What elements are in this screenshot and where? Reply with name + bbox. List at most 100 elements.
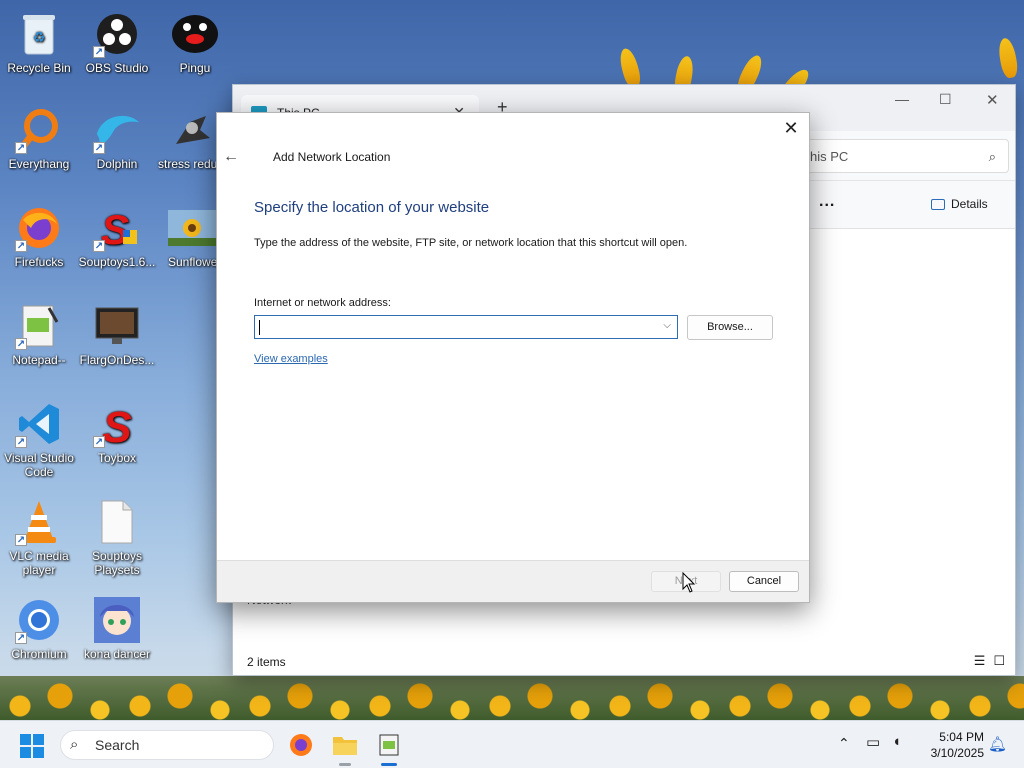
desktop-icon-pingu[interactable]: Pingu [152,10,238,75]
view-examples-link[interactable]: View examples [254,353,328,365]
souptoys-icon: S ↗ [93,204,141,252]
firefox-icon: ↗ [15,204,63,252]
taskbar-notepad[interactable] [374,730,404,766]
view-toggle-group: ☰ ☐ [974,653,1005,669]
everything-search-icon: ↗ [15,106,63,154]
address-field-label: Internet or network address: [254,297,391,309]
browse-button[interactable]: Browse... [687,315,773,340]
desktop-icon-dolphin[interactable]: ↗ Dolphin [74,106,160,171]
desktop-icon-toybox[interactable]: S ↗ Toybox [74,400,160,465]
desktop-icon-label: stress redu [158,157,216,171]
desktop-icon-recycle-bin[interactable]: ♻ Recycle Bin [0,10,82,75]
details-view-icon[interactable]: ☰ [974,653,986,669]
details-pane-button[interactable]: Details [931,197,988,211]
network-status-icon[interactable]: ▭ [866,733,880,751]
desktop-icon-label: Pingu [179,61,211,75]
dialog-footer: Next Cancel [217,560,809,602]
desktop-icon-label: OBS Studio [85,61,149,75]
desktop-icon-everythang[interactable]: ↗ Everythang [0,106,82,171]
desktop-icon-souptoys[interactable]: S ↗ Souptoys1.6... [74,204,160,269]
taskbar-firefox[interactable] [286,730,316,760]
desktop-icon-notepad[interactable]: ↗ Notepad-- [0,302,82,367]
kona-dancer-icon [93,596,141,644]
desktop-icon-vscode[interactable]: ↗ Visual Studio Code [0,400,82,479]
network-address-combobox[interactable]: ⌵ [254,315,678,339]
search-box-text: his PC [810,149,849,164]
desktop-icon-stress-redu[interactable]: stress redu [152,106,216,171]
taskbar: ⌕ Search ⌃ ▭ ◖ 5:04 PM 3/10/2025 🔔︎ [0,720,1024,768]
clock-time: 5:04 PM [939,730,984,744]
see-more-button[interactable]: ... [819,193,835,211]
shortcut-arrow-icon: ↗ [93,46,105,58]
running-indicator [339,763,351,766]
notification-bell-icon[interactable]: 🔔︎ [988,735,1007,753]
desktop-icon-label: Firefucks [14,255,64,269]
desktop-icon-label: Sunflower [168,255,216,269]
desktop-icon-label: Notepad-- [12,353,66,367]
sunflower-field [0,676,1024,722]
vlc-cone-icon: ↗ [15,498,63,546]
desktop-icon-obs-studio[interactable]: ↗ OBS Studio [74,10,160,75]
taskbar-search-box[interactable]: ⌕ Search [60,730,274,760]
desktop-icon-label: Souptoys1.6... [78,255,156,269]
desktop-icon-label: Dolphin [96,157,138,171]
tiles-view-icon[interactable]: ☐ [993,653,1005,669]
desktop-icon-sunflower[interactable]: Sunflower [152,204,216,269]
toybox-icon: S ↗ [93,400,141,448]
sunflower-image-icon [168,204,216,252]
taskbar-file-explorer[interactable] [330,730,360,766]
desktop-icon-label: Toybox [97,451,137,465]
volume-muted-icon[interactable]: ◖ [892,733,901,750]
dialog-title: Add Network Location [273,150,391,164]
shortcut-arrow-icon: ↗ [15,142,27,154]
clock-date: 3/10/2025 [930,746,984,760]
shortcut-arrow-icon: ↗ [15,338,27,350]
close-window-button[interactable]: ✕ [986,91,999,109]
svg-text:♻: ♻ [33,29,46,45]
flargondesktop-icon [93,302,141,350]
shortcut-arrow-icon: ↗ [93,142,105,154]
obs-studio-icon: ↗ [93,10,141,58]
search-box[interactable]: his PC ⌕ [801,139,1009,173]
start-button[interactable] [20,734,44,758]
cancel-button[interactable]: Cancel [729,571,799,592]
taskbar-search-placeholder: Search [95,737,140,753]
dialog-heading: Specify the location of your website [254,199,490,216]
desktop-icon-label: kona dancer [83,647,151,661]
status-bar: 2 items [233,649,1015,675]
visual-studio-code-icon: ↗ [15,400,63,448]
desktop-icon-vlc[interactable]: ↗ VLC media player [0,498,82,577]
blank-file-icon [93,498,141,546]
desktop-icon-label: VLC media player [9,549,69,577]
desktop-icon-chromium[interactable]: ↗ Chromium [0,596,82,661]
dialog-description: Type the address of the website, FTP sit… [254,237,688,249]
minimize-button[interactable]: — [895,91,909,107]
details-label: Details [951,197,988,211]
notepad-icon: ↗ [15,302,63,350]
svg-text:S: S [102,403,131,446]
pingu-icon [171,10,219,58]
shortcut-arrow-icon: ↗ [15,534,27,546]
desktop-icon-flargondes[interactable]: FlargOnDes... [74,302,160,367]
shortcut-arrow-icon: ↗ [93,436,105,448]
desktop-icon-firefucks[interactable]: ↗ Firefucks [0,204,82,269]
item-count: 2 items [247,655,286,669]
shortcut-arrow-icon: ↗ [15,632,27,644]
maximize-button[interactable]: ☐ [939,91,952,108]
desktop-icon-souptoys-playsets[interactable]: Souptoys Playsets [74,498,160,577]
shortcut-arrow-icon: ↗ [15,436,27,448]
desktop-icon-label: Souptoys Playsets [91,549,143,577]
desktop-icon-label: Visual Studio Code [4,451,74,479]
back-arrow-button[interactable]: ← [223,148,239,166]
show-hidden-icons-button[interactable]: ⌃ [838,735,850,752]
add-network-location-dialog[interactable]: ✕ ← Add Network Location Specify the loc… [216,112,810,603]
desktop-icon-kona-dancer[interactable]: kona dancer [74,596,160,661]
dialog-close-button[interactable]: ✕ [781,119,801,139]
taskbar-clock[interactable]: 5:04 PM 3/10/2025 [922,729,984,761]
chevron-down-icon[interactable]: ⌵ [663,320,671,331]
active-indicator [381,763,397,766]
search-icon: ⌕ [988,149,996,164]
notepad-icon [379,734,399,756]
desktop-icon-label: Recycle Bin [7,61,71,75]
details-pane-icon [931,198,945,210]
